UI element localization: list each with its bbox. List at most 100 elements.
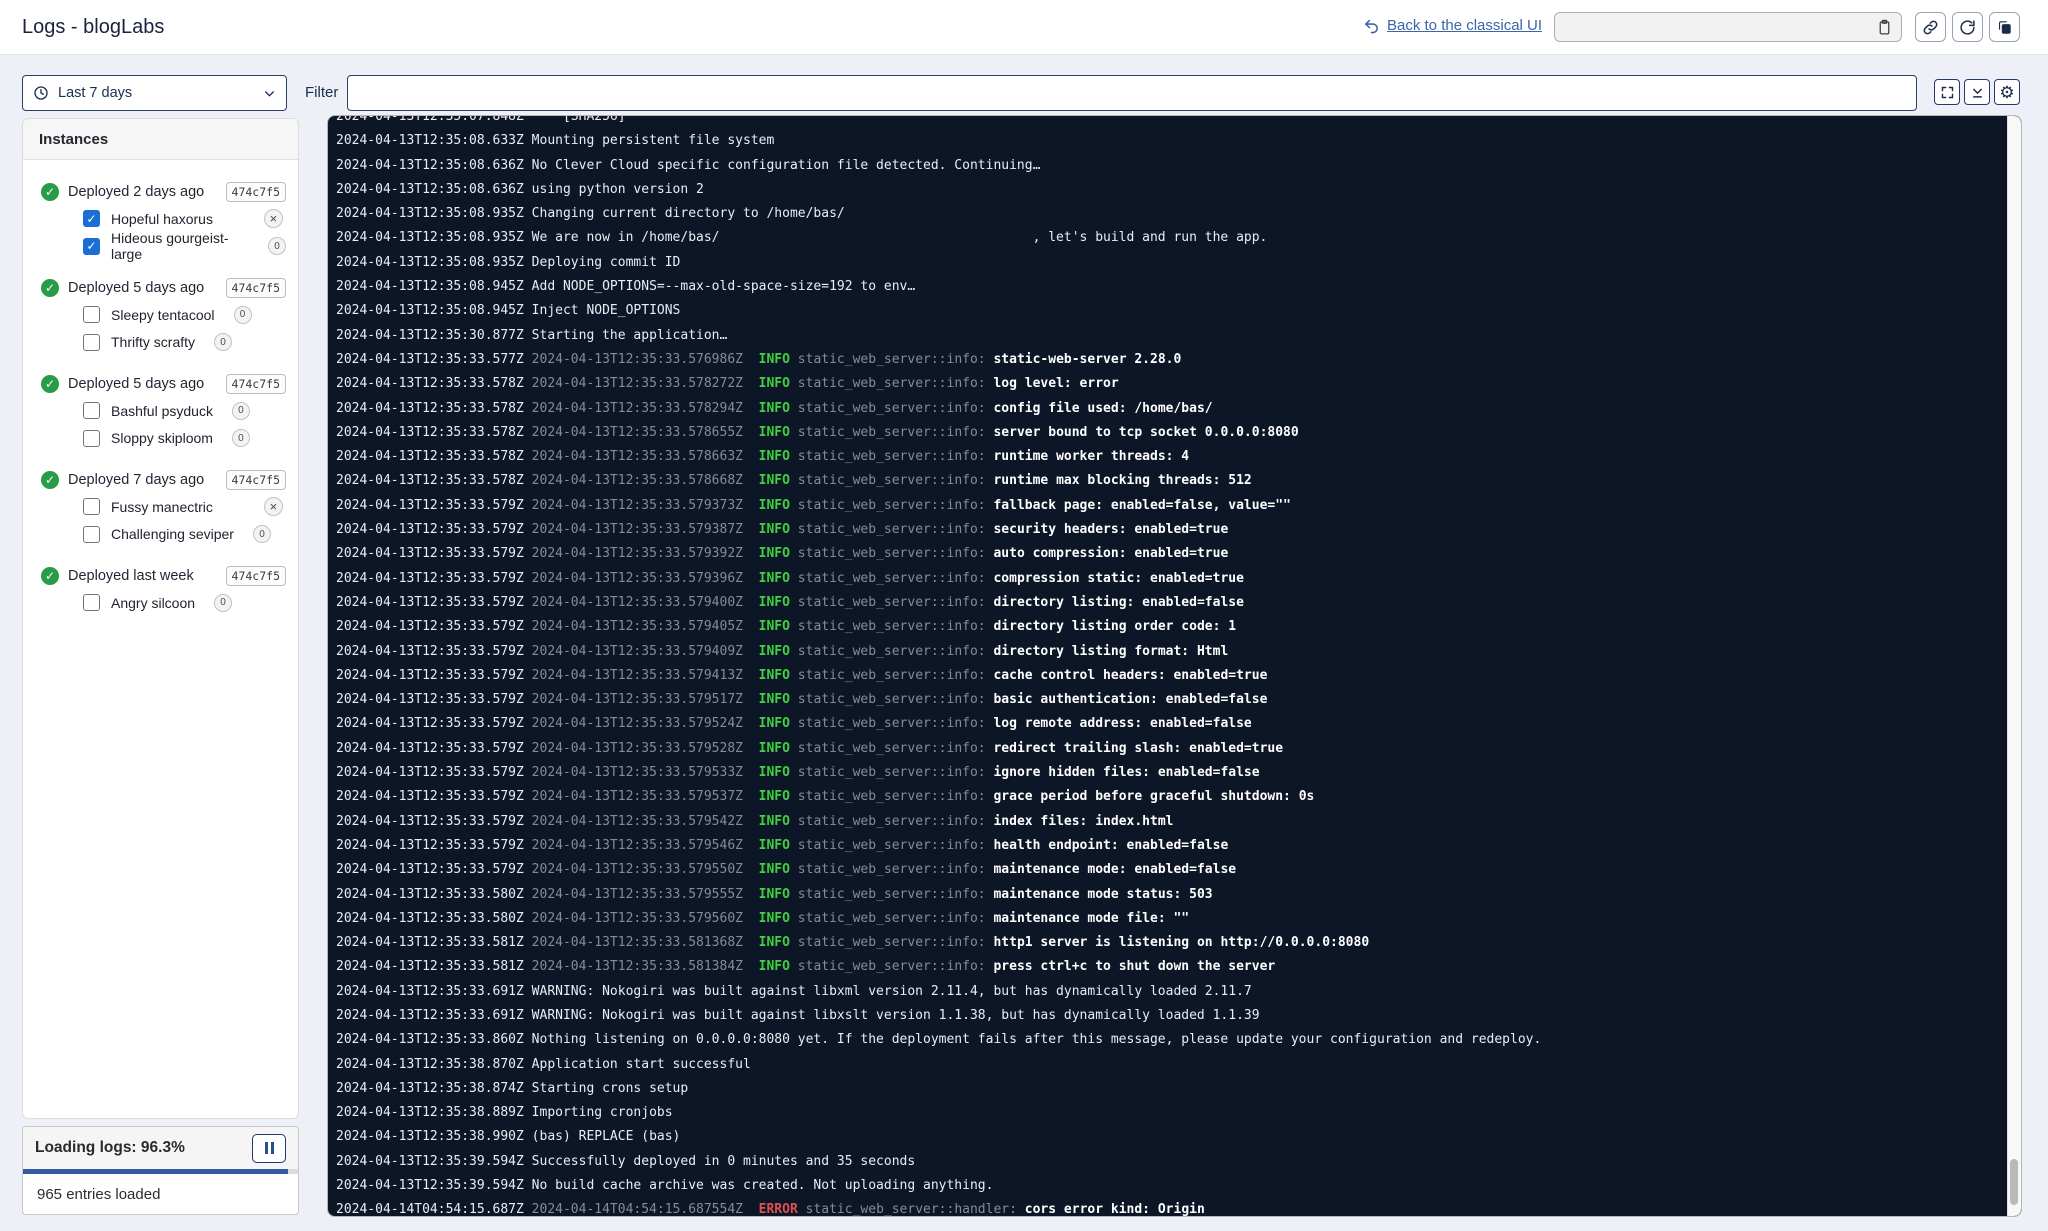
log-line: 2024-04-13T12:35:38.874Z Starting crons … bbox=[336, 1077, 1997, 1101]
instance-row[interactable]: ✓Hopeful haxorus× bbox=[23, 205, 298, 233]
instance-row[interactable]: Fussy manectric× bbox=[23, 493, 298, 521]
log-line: 2024-04-13T12:35:33.579Z 2024-04-13T12:3… bbox=[336, 688, 1997, 712]
fullscreen-button[interactable] bbox=[1934, 79, 1960, 105]
instance-deleted-badge: × bbox=[264, 497, 283, 516]
log-line: 2024-04-13T12:35:33.580Z 2024-04-13T12:3… bbox=[336, 907, 1997, 931]
instance-checkbox[interactable] bbox=[83, 430, 100, 447]
deployment-group-header[interactable]: ✓ Deployed 7 days ago 474c7f5 bbox=[23, 466, 298, 493]
header-search-input[interactable] bbox=[1554, 12, 1902, 42]
instance-row[interactable]: ✓Hideous gourgeist-large0 bbox=[23, 233, 298, 261]
log-line: 2024-04-13T12:35:33.579Z 2024-04-13T12:3… bbox=[336, 810, 1997, 834]
log-line: 2024-04-13T12:35:08.935Z We are now in /… bbox=[336, 226, 1997, 250]
log-line: 2024-04-13T12:35:38.990Z (bas) REPLACE (… bbox=[336, 1125, 1997, 1149]
instance-name: Challenging seviper bbox=[111, 526, 234, 542]
deployment-group-label: Deployed 2 days ago bbox=[68, 184, 204, 200]
instance-checkbox[interactable] bbox=[83, 306, 100, 323]
commit-hash-badge: 474c7f5 bbox=[226, 566, 286, 586]
settings-button[interactable]: ⚙ bbox=[1994, 79, 2020, 105]
commit-hash-badge: 474c7f5 bbox=[226, 182, 286, 202]
log-line: 2024-04-13T12:35:33.579Z 2024-04-13T12:3… bbox=[336, 858, 1997, 882]
deployment-success-icon: ✓ bbox=[41, 567, 59, 585]
clock-icon bbox=[33, 85, 49, 101]
deployment-group: ✓Deployed last week474c7f5Angry silcoon0 bbox=[23, 562, 298, 617]
instance-row[interactable]: Bashful psyduck 0 bbox=[23, 397, 298, 425]
log-line: 2024-04-13T12:35:30.877Z Starting the ap… bbox=[336, 324, 1997, 348]
instance-row[interactable]: Sloppy skiploom0 bbox=[23, 425, 298, 453]
log-viewer: 2024-04-13T12:35:07.848Z ' [SHA256] '202… bbox=[327, 115, 2022, 1217]
commit-hash-badge: 474c7f5 bbox=[226, 374, 286, 394]
back-to-classical-ui-link[interactable]: Back to the classical UI bbox=[1363, 17, 1542, 34]
clipboard-icon[interactable] bbox=[1876, 19, 1893, 36]
scroll-down-icon bbox=[1970, 85, 1985, 100]
log-line: 2024-04-13T12:35:33.579Z 2024-04-13T12:3… bbox=[336, 737, 1997, 761]
instance-count-badge: 0 bbox=[232, 402, 250, 420]
instance-row[interactable]: Challenging seviper0 bbox=[23, 521, 298, 549]
back-link-label: Back to the classical UI bbox=[1387, 17, 1542, 34]
copy-icon bbox=[1996, 19, 2013, 36]
deployment-group-header[interactable]: ✓Deployed 5 days ago474c7f5 bbox=[23, 274, 298, 301]
log-line: 2024-04-13T12:35:33.691Z WARNING: Nokogi… bbox=[336, 1004, 1997, 1028]
log-line: 2024-04-13T12:35:33.691Z WARNING: Nokogi… bbox=[336, 980, 1997, 1004]
deployment-success-icon: ✓ bbox=[41, 471, 59, 489]
log-line: 2024-04-13T12:35:08.636Z No Clever Cloud… bbox=[336, 154, 1997, 178]
log-line: 2024-04-13T12:35:33.579Z 2024-04-13T12:3… bbox=[336, 834, 1997, 858]
log-line: 2024-04-13T12:35:33.579Z 2024-04-13T12:3… bbox=[336, 518, 1997, 542]
pause-loading-button[interactable] bbox=[252, 1134, 286, 1163]
instances-panel-title: Instances bbox=[23, 119, 298, 160]
log-line: 2024-04-13T12:35:33.578Z 2024-04-13T12:3… bbox=[336, 469, 1997, 493]
chevron-down-icon bbox=[263, 87, 276, 100]
app-header: Logs - blogLabs Back to the classical UI bbox=[0, 0, 2048, 55]
deployment-group: ✓ Deployed 2 days ago 474c7f5 ✓Hopeful haxo… bbox=[23, 178, 298, 260]
log-line: 2024-04-13T12:35:33.580Z 2024-04-13T12:3… bbox=[336, 883, 1997, 907]
instance-count-badge: 0 bbox=[232, 429, 250, 447]
deployment-group: ✓ Deployed 7 days ago 474c7f5 Fussy manectr… bbox=[23, 466, 298, 548]
instance-checkbox[interactable] bbox=[83, 334, 100, 351]
undo-icon bbox=[1363, 17, 1380, 34]
copy-link-button[interactable] bbox=[1915, 12, 1946, 42]
instance-row[interactable]: Angry silcoon0 bbox=[23, 589, 298, 617]
log-line: 2024-04-13T12:35:39.594Z No build cache … bbox=[336, 1174, 1997, 1198]
deployment-group-header[interactable]: ✓Deployed last week474c7f5 bbox=[23, 562, 298, 589]
log-line: 2024-04-13T12:35:08.633Z Mounting persis… bbox=[336, 129, 1997, 153]
deployment-group-label: Deployed 7 days ago bbox=[68, 472, 204, 488]
deployment-group: ✓Deployed 5 days ago474c7f5Bashful psydu… bbox=[23, 370, 298, 452]
log-line: 2024-04-13T12:35:38.870Z Application sta… bbox=[336, 1053, 1997, 1077]
instance-checkbox[interactable] bbox=[83, 498, 100, 515]
deployment-success-icon: ✓ bbox=[41, 375, 59, 393]
commit-hash-badge: 474c7f5 bbox=[226, 470, 286, 490]
deployment-success-icon: ✓ bbox=[41, 279, 59, 297]
deployment-group-header[interactable]: ✓ Deployed 2 days ago 474c7f5 bbox=[23, 178, 298, 205]
instance-groups: ✓ Deployed 2 days ago 474c7f5 ✓Hopeful haxo… bbox=[23, 160, 298, 621]
instance-row[interactable]: Thrifty scrafty0 bbox=[23, 329, 298, 357]
log-line: 2024-04-13T12:35:33.578Z 2024-04-13T12:3… bbox=[336, 372, 1997, 396]
scroll-to-bottom-button[interactable] bbox=[1964, 79, 1990, 105]
log-scrollbar[interactable] bbox=[2007, 116, 2021, 1216]
log-line: 2024-04-13T12:35:33.579Z 2024-04-13T12:3… bbox=[336, 615, 1997, 639]
instance-checkbox[interactable] bbox=[83, 526, 100, 543]
log-scrollbar-thumb[interactable] bbox=[2010, 1159, 2018, 1205]
deployment-success-icon: ✓ bbox=[41, 183, 59, 201]
instance-checkbox[interactable]: ✓ bbox=[83, 210, 100, 227]
instance-checkbox[interactable]: ✓ bbox=[83, 238, 100, 255]
date-range-select[interactable]: Last 7 days bbox=[22, 75, 287, 111]
log-line: 2024-04-13T12:35:33.579Z 2024-04-13T12:3… bbox=[336, 591, 1997, 615]
pause-icon bbox=[265, 1142, 268, 1154]
deployment-group-header[interactable]: ✓Deployed 5 days ago474c7f5 bbox=[23, 370, 298, 397]
instance-count-badge: 0 bbox=[214, 594, 232, 612]
refresh-button[interactable] bbox=[1952, 12, 1983, 42]
instance-checkbox[interactable] bbox=[83, 594, 100, 611]
log-line: 2024-04-13T12:35:33.579Z 2024-04-13T12:3… bbox=[336, 542, 1997, 566]
instance-checkbox[interactable] bbox=[83, 402, 100, 419]
instance-name: Bashful psyduck bbox=[111, 403, 213, 419]
log-line: 2024-04-13T12:35:08.935Z Changing curren… bbox=[336, 202, 1997, 226]
log-lines: 2024-04-13T12:35:07.848Z ' [SHA256] '202… bbox=[336, 115, 1997, 1217]
log-line: 2024-04-13T12:35:33.577Z 2024-04-13T12:3… bbox=[336, 348, 1997, 372]
link-icon bbox=[1922, 19, 1939, 36]
log-line: 2024-04-13T12:35:33.579Z 2024-04-13T12:3… bbox=[336, 785, 1997, 809]
instance-name: Sleepy tentacool bbox=[111, 307, 215, 323]
instance-row[interactable]: Sleepy tentacool0 bbox=[23, 301, 298, 329]
filter-input[interactable] bbox=[347, 75, 1917, 111]
log-line: 2024-04-13T12:35:33.581Z 2024-04-13T12:3… bbox=[336, 955, 1997, 979]
duplicate-view-button[interactable] bbox=[1989, 12, 2020, 42]
instance-name: Hideous gourgeist-large bbox=[111, 230, 249, 262]
